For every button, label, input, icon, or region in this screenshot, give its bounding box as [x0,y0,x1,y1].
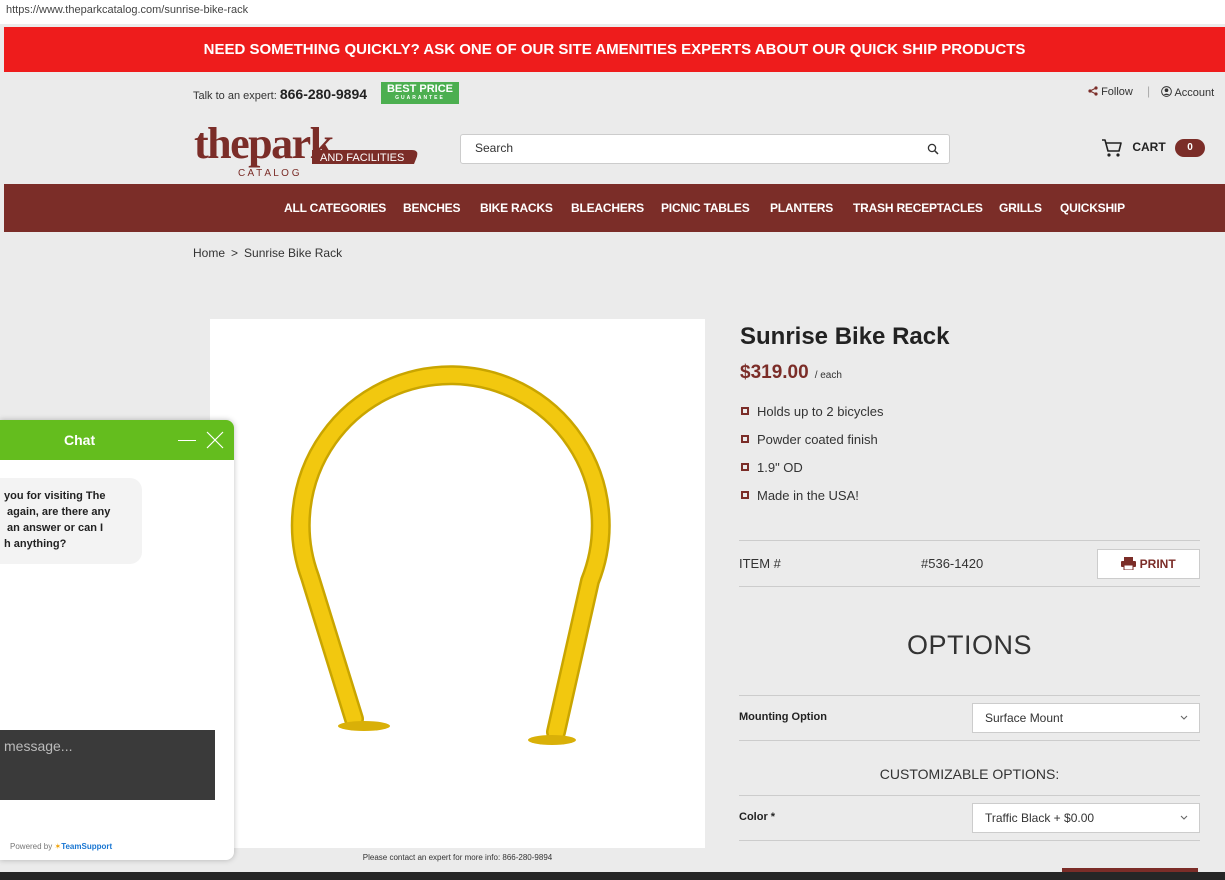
talk-label: Talk to an expert: [193,90,277,102]
feature-item: 1.9" OD [741,460,883,488]
cart-button[interactable]: CART 0 [1101,138,1206,158]
nav-item-bike-racks[interactable]: BIKE RACKS [480,201,553,215]
feature-text: Powder coated finish [757,432,878,447]
nav-item-planters[interactable]: PLANTERS [770,201,833,215]
promo-banner[interactable]: NEED SOMETHING QUICKLY? ASK ONE OF OUR S… [4,27,1225,72]
chat-title: Chat [64,432,96,448]
nav-item-benches[interactable]: BENCHES [403,201,460,215]
rack-foot-left [338,721,390,731]
feature-item: Powder coated finish [741,432,883,460]
printer-icon [1121,557,1137,571]
breadcrumb: Home > Sunrise Bike Rack [193,246,342,260]
account-link[interactable]: Account [1161,86,1214,99]
price-value: $319.00 [740,362,809,383]
customizable-options-heading: CUSTOMIZABLE OPTIONS: [879,766,1060,782]
badge-top-text: BEST PRICE [386,83,453,95]
feature-item: Holds up to 2 bicycles [741,404,883,432]
mounting-option-select[interactable]: Surface Mount [972,703,1200,733]
close-icon[interactable] [204,429,226,451]
feature-text: Made in the USA! [757,488,859,503]
color-option-row: Color * Traffic Black + $0.00 [739,795,1200,841]
share-icon [1088,86,1098,96]
talk-to-expert: Talk to an expert: 866-280-9894 [193,86,367,102]
item-label: ITEM # [739,556,781,571]
cart-icon [1102,139,1122,157]
browser-url-bar[interactable]: https://www.theparkcatalog.com/sunrise-b… [0,0,1225,24]
logo-catalog-text: C A T A L O G [238,168,300,178]
nav-item-bleachers[interactable]: BLEACHERS [571,201,644,215]
chevron-down-icon [1180,815,1188,820]
main-nav: ALL CATEGORIES BENCHES BIKE RACKS BLEACH… [4,184,1225,232]
item-number: #536-1420 [921,556,984,571]
bottom-bar [0,872,1225,880]
search-input[interactable]: Search [460,134,950,164]
top-bar: Talk to an expert: 866-280-9894 BEST PRI… [4,72,1225,116]
badge-bottom-text: GUARANTEE [395,95,445,101]
powered-by-label: Powered by [10,842,53,851]
chat-message-bubble: you for visiting The again, are there an… [0,478,142,564]
bullet-icon [741,491,749,499]
follow-link[interactable]: Follow [1088,86,1133,98]
follow-label: Follow [1101,86,1133,98]
user-icon [1161,86,1172,97]
rack-tube [293,367,609,740]
nav-item-trash-receptacles[interactable]: TRASH RECEPTACLES [853,201,983,215]
color-option-select[interactable]: Traffic Black + $0.00 [972,803,1200,833]
nav-item-all-categories[interactable]: ALL CATEGORIES [284,201,386,215]
image-contact-note: Please contact an expert for more info: … [362,853,553,862]
chat-message-input[interactable]: message... [0,730,215,800]
search-icon[interactable] [927,143,939,155]
bullet-icon [741,463,749,471]
breadcrumb-home[interactable]: Home [193,246,225,260]
logo-sub-text: AND FACILITIES [320,152,404,164]
print-button[interactable]: PRINT [1097,549,1200,579]
cart-label: CART [1132,140,1166,155]
chat-header[interactable]: Chat [0,420,234,460]
feature-text: 1.9" OD [757,460,803,475]
bullet-icon [741,407,749,415]
logo-graphic: thepark AND FACILITIES C A T A L O G [194,119,418,179]
topbar-divider: | [1147,84,1151,98]
teamsupport-brand: TeamSupport [61,842,113,851]
account-label: Account [1174,87,1215,99]
nav-item-quickship[interactable]: QUICKSHIP [1060,201,1125,215]
search-placeholder: Search [475,141,514,155]
price-unit: / each [814,370,842,381]
feature-text: Holds up to 2 bicycles [757,404,884,419]
chat-powered-by: Powered by ✶TeamSupport [10,842,112,851]
rack-foot-right [528,735,576,745]
mounting-option-value: Surface Mount [985,711,1064,725]
nav-item-picnic-tables[interactable]: PICNIC TABLES [661,201,750,215]
minimize-icon[interactable] [178,440,196,441]
cart-count-badge: 0 [1175,139,1206,157]
bullet-icon [741,435,749,443]
color-option-value: Traffic Black + $0.00 [985,811,1095,825]
breadcrumb-current: Sunrise Bike Rack [244,246,343,260]
product-image[interactable] [210,319,705,848]
chevron-down-icon [1180,715,1188,720]
nav-item-grills[interactable]: GRILLS [999,201,1042,215]
phone-link[interactable]: 866-280-9894 [280,86,367,102]
site-header: thepark AND FACILITIES C A T A L O G Sea… [4,116,1225,184]
best-price-badge: BEST PRICE GUARANTEE [381,82,459,104]
breadcrumb-separator: > [231,246,239,260]
chat-widget: Chat you for visiting The again, are the… [0,420,234,860]
mounting-option-row: Mounting Option Surface Mount [739,695,1200,741]
item-number-row: ITEM # #536-1420 PRINT [739,540,1200,587]
product-price: $319.00 / each [740,362,842,384]
site-logo[interactable]: thepark AND FACILITIES C A T A L O G [194,119,424,179]
print-label: PRINT [1139,557,1176,571]
product-title: Sunrise Bike Rack [740,323,950,350]
options-heading: OPTIONS [906,630,1032,660]
mounting-option-label: Mounting Option [739,711,827,723]
feature-list: Holds up to 2 bicycles Powder coated fin… [741,404,883,516]
bike-rack-image [290,365,611,745]
feature-item: Made in the USA! [741,488,883,516]
color-option-label: Color * [739,811,776,823]
